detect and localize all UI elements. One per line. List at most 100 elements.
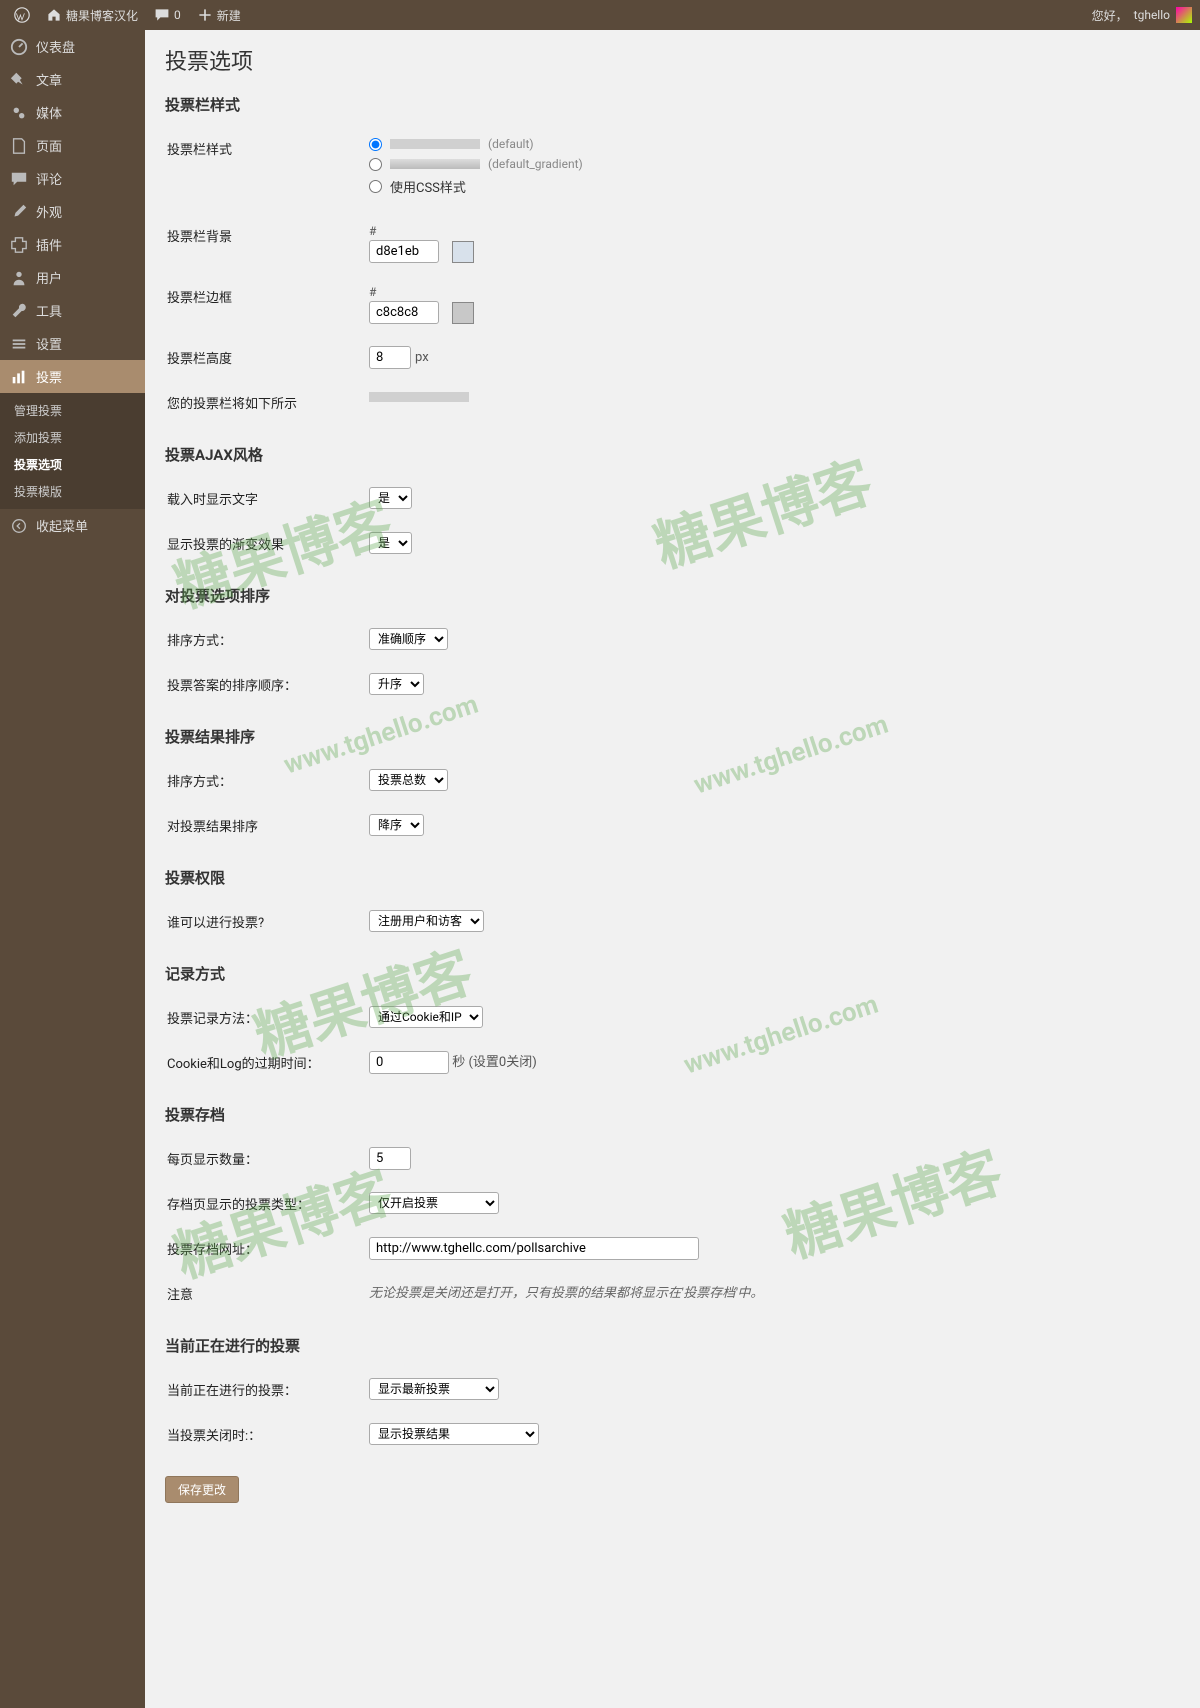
label-barbg: 投票栏背景 bbox=[167, 214, 367, 273]
menu-plugins[interactable]: 插件 bbox=[0, 228, 145, 261]
input-barborder[interactable] bbox=[369, 301, 439, 324]
label-closed: 当投票关闭时:： bbox=[167, 1413, 367, 1456]
select-closed[interactable]: 显示投票结果 bbox=[369, 1423, 539, 1445]
menu-collapse[interactable]: 收起菜单 bbox=[0, 509, 145, 542]
input-arch-url[interactable] bbox=[369, 1237, 699, 1260]
menu-pages[interactable]: 页面 bbox=[0, 129, 145, 162]
save-button[interactable]: 保存更改 bbox=[165, 1476, 239, 1503]
tools-icon bbox=[10, 302, 28, 320]
px-label: px bbox=[415, 350, 429, 365]
plugin-icon bbox=[10, 236, 28, 254]
section-sortans: 对投票选项排序 bbox=[165, 585, 1180, 606]
swatch-barborder[interactable] bbox=[452, 302, 474, 324]
select-sortby[interactable]: 准确顺序 bbox=[369, 628, 448, 650]
admin-bar: 糖果博客汉化 0 新建 您好， tghello bbox=[0, 0, 1200, 30]
admin-menu: 仪表盘 文章 媒体 页面 评论 外观 插件 用户 工具 设置 投票 管理投票 添… bbox=[0, 30, 145, 1708]
section-current: 当前正在进行的投票 bbox=[165, 1335, 1180, 1356]
radio-css-label: 使用CSS样式 bbox=[390, 177, 466, 196]
label-sortby: 排序方式： bbox=[167, 618, 367, 661]
new-content[interactable]: 新建 bbox=[191, 7, 247, 24]
dashboard-icon bbox=[10, 38, 28, 56]
select-loadingtext[interactable]: 是 bbox=[369, 487, 412, 509]
label-preview: 您的投票栏将如下所示 bbox=[167, 381, 367, 424]
greeting: 您好， bbox=[1092, 7, 1128, 24]
collapse-icon bbox=[10, 517, 28, 535]
submenu-add[interactable]: 添加投票 bbox=[0, 424, 145, 451]
submenu-templates[interactable]: 投票模版 bbox=[0, 478, 145, 505]
submenu-polls: 管理投票 添加投票 投票选项 投票模版 bbox=[0, 393, 145, 509]
comment-icon bbox=[10, 170, 28, 188]
select-arch-type[interactable]: 仅开启投票 bbox=[369, 1192, 499, 1214]
radio-default-gradient[interactable] bbox=[369, 158, 382, 171]
label-sortorder: 投票答案的排序顺序： bbox=[167, 663, 367, 706]
section-archive: 投票存档 bbox=[165, 1104, 1180, 1125]
radio-default-label: (default) bbox=[488, 137, 534, 151]
menu-appearance[interactable]: 外观 bbox=[0, 195, 145, 228]
hash-label: # bbox=[369, 224, 1178, 238]
wordpress-icon bbox=[14, 7, 30, 23]
radio-css[interactable] bbox=[369, 180, 382, 193]
radio-default[interactable] bbox=[369, 138, 382, 151]
select-sortorder[interactable]: 升序 bbox=[369, 673, 424, 695]
label-logmethod: 投票记录方法： bbox=[167, 996, 367, 1039]
user-icon bbox=[10, 269, 28, 287]
menu-posts[interactable]: 文章 bbox=[0, 63, 145, 96]
avatar[interactable] bbox=[1176, 7, 1192, 23]
menu-dashboard[interactable]: 仪表盘 bbox=[0, 30, 145, 63]
input-expiry[interactable] bbox=[369, 1051, 449, 1074]
menu-tools[interactable]: 工具 bbox=[0, 294, 145, 327]
label-expiry: Cookie和Log的过期时间： bbox=[167, 1041, 367, 1084]
select-fade[interactable]: 是 bbox=[369, 532, 412, 554]
swatch-barbg[interactable] bbox=[452, 241, 474, 263]
select-logmethod[interactable]: 通过Cookie和IP bbox=[369, 1006, 483, 1028]
pin-icon bbox=[10, 71, 28, 89]
label-arch-url: 投票存档网址： bbox=[167, 1227, 367, 1270]
select-res-sortby[interactable]: 投票总数 bbox=[369, 769, 448, 791]
input-perpage[interactable] bbox=[369, 1147, 411, 1170]
chart-icon bbox=[10, 368, 28, 386]
label-arch-type: 存档页显示的投票类型： bbox=[167, 1182, 367, 1225]
brush-icon bbox=[10, 203, 28, 221]
site-name[interactable]: 糖果博客汉化 bbox=[40, 7, 144, 24]
label-who: 谁可以进行投票? bbox=[167, 900, 367, 943]
page-icon bbox=[10, 137, 28, 155]
media-icon bbox=[10, 104, 28, 122]
section-barstyle: 投票栏样式 bbox=[165, 94, 1180, 115]
label-current: 当前正在进行的投票： bbox=[167, 1368, 367, 1411]
select-current[interactable]: 显示最新投票 bbox=[369, 1378, 499, 1400]
home-icon bbox=[46, 7, 62, 23]
label-fade: 显示投票的渐变效果 bbox=[167, 522, 367, 565]
label-res-sortorder: 对投票结果排序 bbox=[167, 804, 367, 847]
plus-icon bbox=[197, 7, 213, 23]
label-barstyle: 投票栏样式 bbox=[167, 127, 367, 212]
menu-settings[interactable]: 设置 bbox=[0, 327, 145, 360]
label-note: 注意 bbox=[167, 1272, 367, 1315]
bar-preview-default bbox=[390, 139, 480, 149]
bar-preview-gradient bbox=[390, 159, 480, 169]
result-bar-preview bbox=[369, 392, 469, 402]
select-who[interactable]: 注册用户和访客 bbox=[369, 910, 484, 932]
section-sortres: 投票结果排序 bbox=[165, 726, 1180, 747]
content-wrap: 投票选项 投票栏样式 投票栏样式 (default) (default_grad… bbox=[145, 30, 1200, 1533]
select-res-sortorder[interactable]: 降序 bbox=[369, 814, 424, 836]
label-res-sortby: 排序方式： bbox=[167, 759, 367, 802]
label-barborder: 投票栏边框 bbox=[167, 275, 367, 334]
menu-polls[interactable]: 投票 bbox=[0, 360, 145, 393]
label-loadingtext: 载入时显示文字 bbox=[167, 477, 367, 520]
input-barheight[interactable] bbox=[369, 346, 411, 369]
page-title: 投票选项 bbox=[165, 44, 1180, 76]
note-text: 无论投票是关闭还是打开，只有投票的结果都将显示在'投票存档'中。 bbox=[369, 1272, 1178, 1315]
settings-icon bbox=[10, 335, 28, 353]
username[interactable]: tghello bbox=[1134, 8, 1170, 22]
section-log: 记录方式 bbox=[165, 963, 1180, 984]
hash-label: # bbox=[369, 285, 1178, 299]
menu-comments[interactable]: 评论 bbox=[0, 162, 145, 195]
comment-icon bbox=[154, 7, 170, 23]
submenu-options[interactable]: 投票选项 bbox=[0, 451, 145, 478]
comments-link[interactable]: 0 bbox=[148, 7, 187, 23]
wp-logo[interactable] bbox=[8, 7, 36, 23]
menu-users[interactable]: 用户 bbox=[0, 261, 145, 294]
menu-media[interactable]: 媒体 bbox=[0, 96, 145, 129]
submenu-manage[interactable]: 管理投票 bbox=[0, 397, 145, 424]
input-barbg[interactable] bbox=[369, 240, 439, 263]
